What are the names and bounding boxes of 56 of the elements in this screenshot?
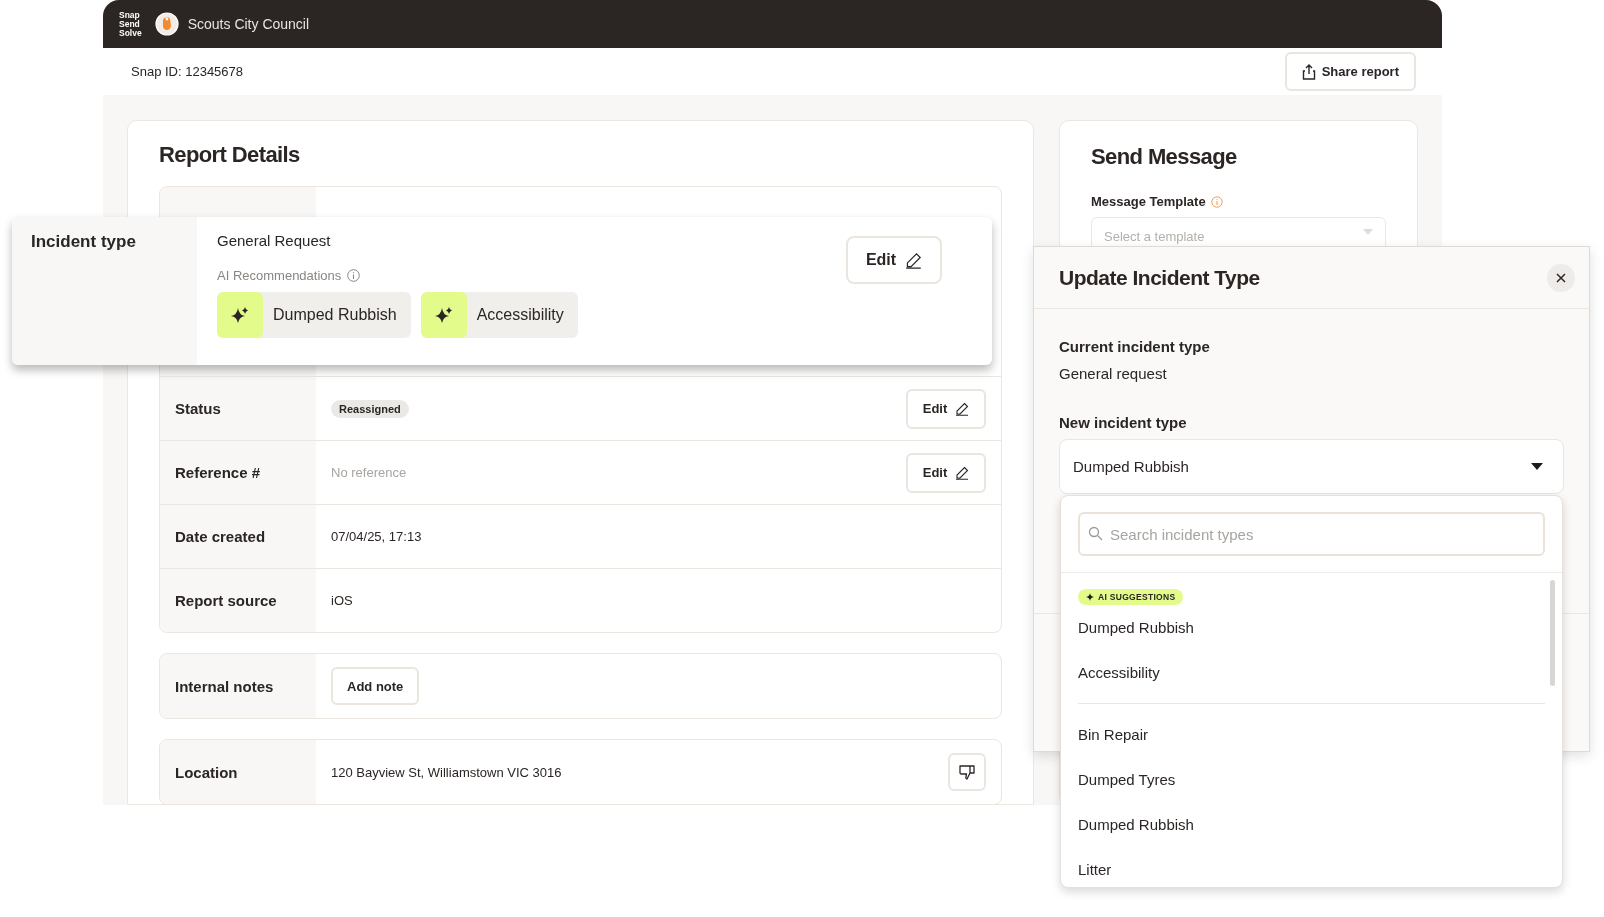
thumbs-down-button[interactable] (948, 753, 986, 791)
council-logo-icon (154, 12, 179, 36)
edit-button[interactable]: Edit (906, 452, 986, 493)
pencil-icon (905, 251, 923, 269)
thumbs-down-icon (958, 763, 976, 781)
dropdown-option[interactable]: Dumped Rubbish (1078, 605, 1545, 650)
dropdown-option[interactable]: Dumped Rubbish (1078, 802, 1545, 847)
council-name: Scouts City Council (187, 16, 310, 32)
app-logo: Snap Send Solve (119, 10, 142, 38)
info-icon (347, 269, 361, 282)
share-icon (1301, 63, 1316, 80)
dropdown-option[interactable]: Dumped Tyres (1078, 757, 1545, 802)
field-label: New incident type (1059, 414, 1188, 431)
row-value: 120 Bayview St, Williamstown VIC 3016 (331, 764, 562, 780)
dropdown-option[interactable]: Litter (1078, 847, 1545, 887)
info-icon (1210, 195, 1223, 208)
row-label: Date created (160, 505, 316, 568)
incident-type-value: General Request (217, 232, 332, 249)
sparkle-icon (1086, 593, 1094, 601)
row-label: Status (160, 377, 316, 440)
recommendation-chip[interactable]: Accessibility (420, 292, 578, 338)
search-field[interactable]: Search incident types (1078, 512, 1545, 556)
row-value: No reference (331, 465, 407, 480)
ai-suggestions-badge: AI SUGGESTIONS (1078, 589, 1184, 605)
caret-icon (1531, 463, 1543, 470)
scrollbar[interactable] (1550, 580, 1555, 686)
row-label: Reference # (160, 441, 316, 504)
pencil-icon (955, 465, 970, 480)
edit-button[interactable]: Edit (906, 388, 986, 429)
close-icon (1556, 272, 1566, 283)
status-badge: Reassigned (331, 399, 409, 418)
ai-recommendations-label: AI Recommendations (217, 268, 342, 283)
report-details-title: Report Details (159, 142, 301, 168)
incident-type-label: Incident type (12, 217, 197, 365)
snap-id: Snap ID: 12345678 (131, 64, 244, 79)
panel-title: Update Incident Type (1059, 265, 1260, 290)
field-label: Current incident type (1059, 338, 1211, 355)
send-message-title: Send Message (1091, 144, 1238, 170)
row-label: Internal notes (160, 654, 316, 718)
close-button[interactable] (1547, 263, 1575, 292)
pencil-icon (955, 401, 970, 416)
row-value: 07/04/25, 17:13 (331, 529, 422, 544)
dropdown-option[interactable]: Accessibility (1078, 650, 1545, 695)
row-value: iOS (331, 593, 353, 608)
edit-button[interactable]: Edit (846, 236, 942, 284)
incident-type-select[interactable]: Dumped Rubbish (1059, 439, 1564, 494)
field-label: Message Template (1091, 194, 1206, 209)
row-label: Report source (160, 569, 316, 632)
share-report-button[interactable]: Share report (1284, 52, 1416, 91)
row-label: Location (160, 740, 316, 804)
search-icon (1088, 526, 1103, 541)
recommendation-chip[interactable]: Dumped Rubbish (217, 292, 411, 338)
dropdown-option[interactable]: Bin Repair (1078, 712, 1545, 757)
add-note-button[interactable]: Add note (331, 667, 420, 705)
caret-icon (1363, 229, 1373, 235)
current-incident-type: General request (1059, 365, 1168, 382)
